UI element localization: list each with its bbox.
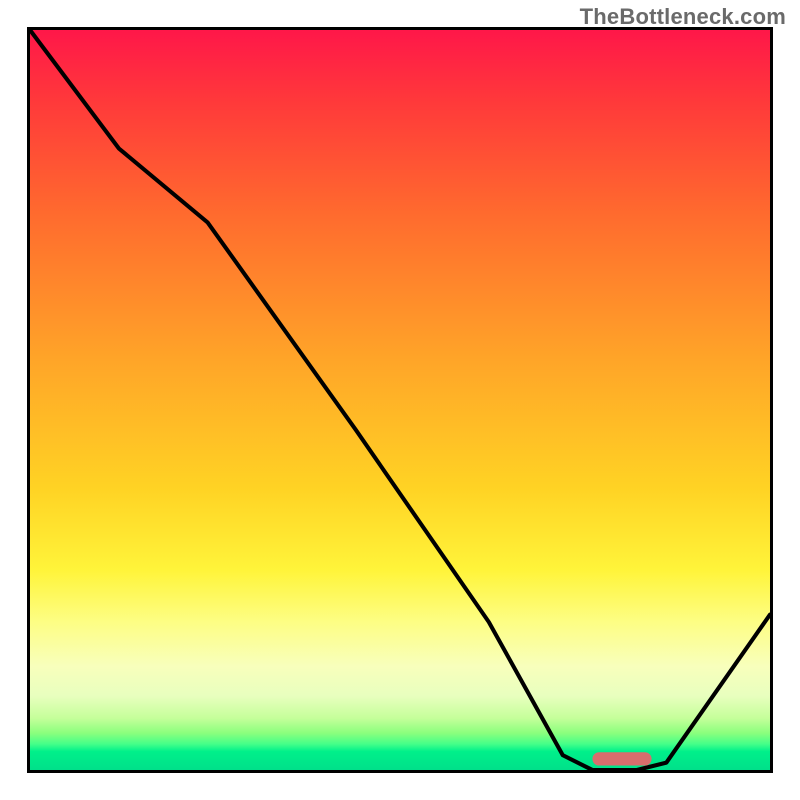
bottleneck-curve [30,30,770,770]
chart-svg [30,30,770,770]
watermark-text: TheBottleneck.com [580,4,786,30]
chart-container: TheBottleneck.com [0,0,800,800]
optimal-range-marker [592,752,651,765]
